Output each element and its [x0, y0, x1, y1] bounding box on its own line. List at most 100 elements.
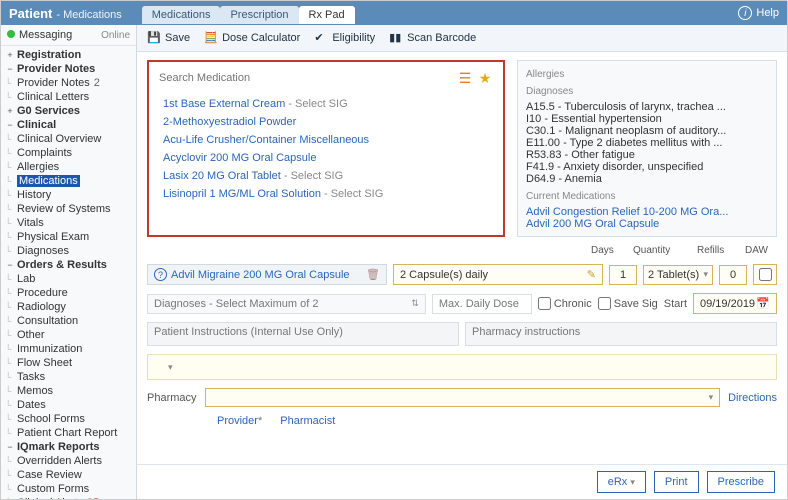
info-icon: i — [738, 6, 752, 20]
sidebar-item-dates[interactable]: └Dates — [1, 398, 136, 412]
patient-instructions-input[interactable]: Patient Instructions (Internal Use Only) — [147, 322, 459, 346]
diagnosis-item[interactable]: E11.00 - Type 2 diabetes mellitus with .… — [526, 137, 768, 149]
sidebar-item-patient-chart-report[interactable]: └Patient Chart Report — [1, 426, 136, 440]
start-date-input[interactable]: 09/19/2019📅 — [693, 293, 777, 314]
print-button[interactable]: Print — [654, 471, 699, 493]
sidebar-item-case-review[interactable]: └Case Review — [1, 468, 136, 482]
current-med-item[interactable]: Advil Congestion Relief 10-200 MG Ora... — [526, 206, 768, 218]
list-view-icon[interactable]: ☰ — [455, 68, 475, 88]
sidebar: Messaging Online +Registration−Provider … — [1, 25, 137, 499]
favorite-icon[interactable]: ★ — [475, 68, 495, 88]
page-title: Patient — [9, 6, 52, 21]
allergies-heading: Allergies — [526, 69, 768, 80]
column-labels: DaysQuantityRefillsDAW — [147, 245, 777, 256]
max-daily-dose-input[interactable]: Max. Daily Dose — [432, 294, 532, 314]
provider-link[interactable]: Provider* — [217, 415, 262, 427]
save-icon: 💾 — [147, 31, 161, 45]
messaging-row[interactable]: Messaging Online — [1, 25, 136, 46]
current-med-item[interactable]: Advil 200 MG Oral Capsule — [526, 218, 768, 230]
sidebar-item-procedure[interactable]: └Procedure — [1, 286, 136, 300]
days-input[interactable]: 1 — [609, 265, 637, 285]
medication-result[interactable]: Acu-Life Crusher/Container Miscellaneous — [163, 134, 489, 146]
sidebar-item-immunization[interactable]: └Immunization — [1, 342, 136, 356]
delete-icon[interactable]: 🗑 — [366, 268, 380, 281]
sidebar-item-complaints[interactable]: └Complaints — [1, 146, 136, 160]
sidebar-item-other[interactable]: └Other — [1, 328, 136, 342]
tab-prescription[interactable]: Prescription — [220, 6, 298, 24]
diagnosis-item[interactable]: R53.83 - Other fatigue — [526, 149, 768, 161]
sidebar-item-clinical-overview[interactable]: └Clinical Overview — [1, 132, 136, 146]
pharmacy-label: Pharmacy — [147, 392, 197, 404]
sidebar-item-memos[interactable]: └Memos — [1, 384, 136, 398]
barcode-icon: ▮▮ — [389, 31, 403, 45]
sidebar-item-provider-notes[interactable]: └Provider Notes2 — [1, 76, 136, 90]
clinical-summary-panel: Allergies Diagnoses A15.5 - Tuberculosis… — [517, 60, 777, 237]
diagnosis-item[interactable]: D64.9 - Anemia — [526, 173, 768, 185]
medication-result[interactable]: Lisinopril 1 MG/ML Oral Solution - Selec… — [163, 188, 489, 200]
diagnoses-select[interactable]: Diagnoses - Select Maximum of 2⇅ — [147, 294, 426, 314]
page-subtitle: - Medications — [56, 9, 121, 21]
sidebar-item-history[interactable]: └History — [1, 188, 136, 202]
sidebar-item-registration[interactable]: +Registration — [1, 48, 136, 62]
pencil-icon: ✎ — [587, 268, 596, 281]
sidebar-item-allergies[interactable]: └Allergies — [1, 160, 136, 174]
sort-icon: ⇅ — [411, 298, 419, 309]
sidebar-item-school-forms[interactable]: └School Forms — [1, 412, 136, 426]
medication-result[interactable]: Acyclovir 200 MG Oral Capsule — [163, 152, 489, 164]
sidebar-item-overridden-alerts[interactable]: └Overridden Alerts — [1, 454, 136, 468]
search-medication-input[interactable] — [157, 70, 455, 86]
diagnosis-item[interactable]: C30.1 - Malignant neoplasm of auditory..… — [526, 125, 768, 137]
directions-link[interactable]: Directions — [728, 392, 777, 404]
pharmacy-instructions-input[interactable]: Pharmacy instructions — [465, 322, 777, 346]
presence-dot-icon — [7, 30, 15, 38]
tab-rx-pad[interactable]: Rx Pad — [299, 6, 355, 24]
sidebar-item-clinical-letters[interactable]: └Clinical Letters — [1, 90, 136, 104]
sidebar-item-diagnoses[interactable]: └Diagnoses — [1, 244, 136, 258]
refills-input[interactable]: 0 — [719, 265, 747, 285]
diagnoses-heading: Diagnoses — [526, 86, 768, 97]
sidebar-item-flow-sheet[interactable]: └Flow Sheet — [1, 356, 136, 370]
sidebar-item-orders-results[interactable]: −Orders & Results — [1, 258, 136, 272]
medication-result[interactable]: Lasix 20 MG Oral Tablet - Select SIG — [163, 170, 489, 182]
sidebar-item-radiology[interactable]: └Radiology — [1, 300, 136, 314]
sidebar-item-custom-forms[interactable]: └Custom Forms — [1, 482, 136, 496]
eligibility-button[interactable]: ✔Eligibility — [314, 31, 375, 45]
dropdown-field[interactable]: ▾ — [147, 354, 777, 380]
prescribe-button[interactable]: Prescribe — [707, 471, 775, 493]
sidebar-item-clinical-alerts[interactable]: └Clinical Alerts25 — [1, 496, 136, 499]
sidebar-item-physical-exam[interactable]: └Physical Exam — [1, 230, 136, 244]
sidebar-item-iqmark-reports[interactable]: −IQmark Reports — [1, 440, 136, 454]
save-button[interactable]: 💾Save — [147, 31, 190, 45]
chronic-checkbox[interactable]: Chronic — [538, 297, 592, 310]
sidebar-item-medications[interactable]: └Medications — [1, 174, 136, 188]
pharmacy-select[interactable]: ▾ — [205, 388, 721, 407]
sidebar-item-lab[interactable]: └Lab — [1, 272, 136, 286]
sidebar-item-vitals[interactable]: └Vitals — [1, 216, 136, 230]
pharmacist-link[interactable]: Pharmacist — [280, 415, 335, 427]
medication-result[interactable]: 2-Methoxyestradiol Powder — [163, 116, 489, 128]
dose-calculator-button[interactable]: 🧮Dose Calculator — [204, 31, 300, 45]
selected-medication-link[interactable]: Advil Migraine 200 MG Oral Capsule — [171, 269, 350, 281]
sig-input[interactable]: 2 Capsule(s) daily✎ — [393, 264, 603, 285]
online-label: Online — [101, 30, 130, 41]
help-icon[interactable]: ? — [154, 268, 167, 281]
help-button[interactable]: i Help — [738, 6, 779, 20]
tab-medications[interactable]: Medications — [142, 6, 221, 24]
daw-checkbox[interactable] — [753, 264, 777, 285]
diagnosis-item[interactable]: A15.5 - Tuberculosis of larynx, trachea … — [526, 101, 768, 113]
scan-barcode-button[interactable]: ▮▮Scan Barcode — [389, 31, 476, 45]
sidebar-item-g0-services[interactable]: +G0 Services — [1, 104, 136, 118]
medication-result[interactable]: 1st Base External Cream - Select SIG — [163, 98, 489, 110]
sidebar-item-consultation[interactable]: └Consultation — [1, 314, 136, 328]
sidebar-item-clinical[interactable]: −Clinical — [1, 118, 136, 132]
diagnosis-item[interactable]: I10 - Essential hypertension — [526, 113, 768, 125]
save-sig-checkbox[interactable]: Save Sig — [598, 297, 658, 310]
quantity-input[interactable]: 2 Tablet(s)▾ — [643, 265, 713, 285]
sidebar-item-review-of-systems[interactable]: └Review of Systems — [1, 202, 136, 216]
calculator-icon: 🧮 — [204, 31, 218, 45]
diagnosis-item[interactable]: F41.9 - Anxiety disorder, unspecified — [526, 161, 768, 173]
chevron-down-icon: ▾ — [709, 392, 714, 403]
sidebar-item-provider-notes[interactable]: −Provider Notes — [1, 62, 136, 76]
erx-button[interactable]: eRx ▾ — [597, 471, 646, 493]
sidebar-item-tasks[interactable]: └Tasks — [1, 370, 136, 384]
